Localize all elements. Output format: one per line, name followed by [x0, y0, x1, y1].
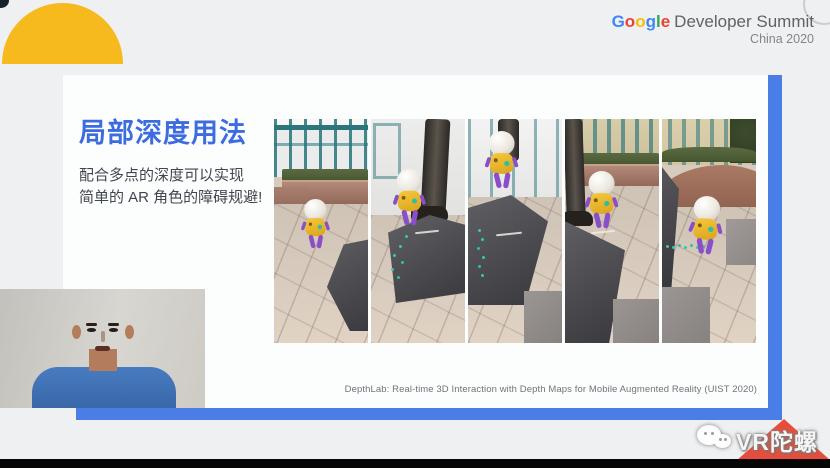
ar-frame-4: [565, 119, 659, 343]
ar-demo-sequence: [274, 119, 756, 343]
event-brand: GoogleDeveloper Summit China 2020: [612, 11, 814, 48]
slide-title: 局部深度用法: [79, 111, 247, 150]
slide-body-line2: 简单的 AR 角色的障碍规避!: [79, 187, 262, 209]
ar-robot: [302, 199, 329, 251]
ar-robot: [394, 169, 425, 228]
video-frame[interactable]: GoogleDeveloper Summit China 2020 局部深度用法…: [0, 0, 830, 468]
brand-name: Developer Summit: [674, 12, 814, 31]
statue-leg: [565, 119, 586, 217]
shrub-row: [662, 147, 756, 162]
wechat-icon: [697, 425, 731, 455]
slide-body: 配合多点的深度可以实现 简单的 AR 角色的障碍规避!: [79, 165, 262, 209]
ar-frame-1: [274, 119, 368, 343]
pedestal: [388, 215, 465, 303]
ar-robot: [688, 195, 724, 258]
depth-points: [405, 235, 408, 238]
brand-title: GoogleDeveloper Summit: [612, 11, 814, 32]
depth-points-trail: [666, 245, 669, 248]
presenter-shirt: [32, 367, 176, 408]
slide-body-line1: 配合多点的深度可以实现: [79, 165, 262, 187]
ar-frame-5: [662, 119, 756, 343]
granite-tile: [662, 287, 710, 343]
corner-notch: [0, 0, 9, 8]
slide-accent-bar-right: [768, 75, 782, 420]
brand-edition: China 2020: [612, 32, 814, 48]
yellow-dome-decoration: [2, 3, 123, 64]
ar-frame-2: [371, 119, 465, 343]
granite-tile: [726, 219, 756, 265]
watermark-label: VR陀螺: [736, 423, 818, 457]
depth-points: [478, 229, 481, 232]
google-logo: Google: [612, 12, 671, 31]
slide-accent-bar-bottom: [76, 408, 768, 420]
channel-watermark: VR陀螺: [697, 423, 818, 457]
slide-caption: DepthLab: Real-time 3D Interaction with …: [345, 384, 757, 395]
ar-frame-3: [468, 119, 562, 343]
ar-robot: [586, 171, 617, 231]
presenter-webcam: [0, 289, 205, 408]
granite-tile: [524, 291, 562, 343]
letterbox-bar: [0, 459, 830, 468]
ar-robot: [486, 131, 517, 191]
granite-tile: [613, 299, 659, 343]
